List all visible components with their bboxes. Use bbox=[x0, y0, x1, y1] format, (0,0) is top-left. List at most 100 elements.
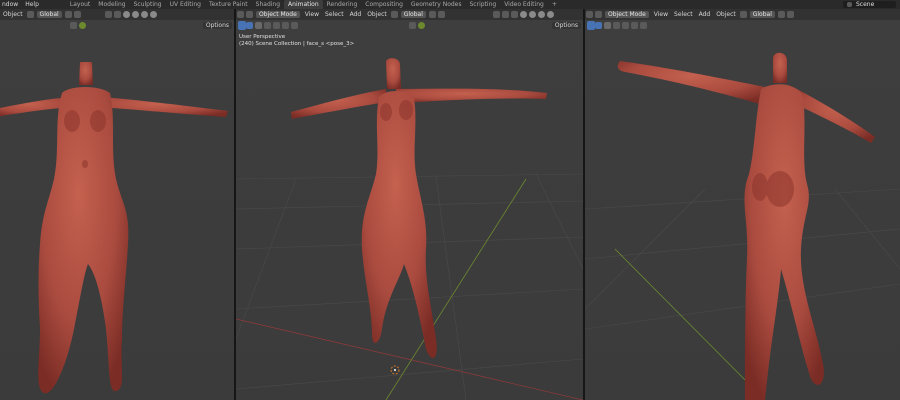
select-box-icon[interactable] bbox=[246, 22, 253, 29]
editor-type-icon[interactable] bbox=[237, 11, 244, 18]
y-axis-line bbox=[614, 248, 766, 400]
transform-orientation-icon bbox=[390, 11, 398, 18]
gizmo-icon[interactable] bbox=[492, 11, 500, 18]
menu-object[interactable]: Object bbox=[716, 11, 736, 18]
menu-select[interactable]: Select bbox=[674, 11, 693, 18]
select-mode-new-icon[interactable] bbox=[255, 22, 262, 29]
viewport-left-mode[interactable]: Object bbox=[3, 11, 23, 18]
overlay-icon[interactable] bbox=[501, 11, 509, 18]
tab-video-editing[interactable]: Video Editing bbox=[500, 0, 548, 9]
viewport-right[interactable]: Object Mode View Select Add Object Globa… bbox=[585, 9, 900, 400]
floor-grid bbox=[585, 188, 900, 330]
viewport-center-options[interactable]: Options bbox=[551, 22, 581, 29]
figure-back bbox=[617, 52, 875, 400]
tab-texture-paint[interactable]: Texture Paint bbox=[205, 0, 252, 9]
menu-view[interactable]: View bbox=[305, 11, 319, 18]
overlay-icon[interactable] bbox=[104, 11, 112, 18]
select-mode-subtract-icon[interactable] bbox=[622, 22, 629, 29]
material-shading-icon[interactable] bbox=[537, 11, 545, 18]
select-box-icon[interactable] bbox=[595, 22, 602, 29]
material-shading-icon[interactable] bbox=[140, 11, 148, 18]
scene-icon bbox=[847, 2, 852, 7]
link-icon[interactable] bbox=[64, 11, 72, 18]
tab-rendering[interactable]: Rendering bbox=[323, 0, 362, 9]
figure-perspective bbox=[291, 58, 547, 359]
menu-add[interactable]: Add bbox=[350, 11, 362, 18]
viewport-left-subbar bbox=[0, 20, 234, 31]
tab-animation[interactable]: Animation bbox=[284, 0, 323, 9]
viewport-left-options[interactable]: Options bbox=[202, 22, 232, 29]
tab-layout[interactable]: Layout bbox=[66, 0, 94, 9]
select-mode-new-icon[interactable] bbox=[604, 22, 611, 29]
tab-modeling[interactable]: Modeling bbox=[94, 0, 129, 9]
interaction-mode-icon bbox=[246, 11, 253, 18]
tool-select-icon[interactable] bbox=[238, 21, 246, 30]
solid-shading-icon[interactable] bbox=[131, 11, 139, 18]
3d-cursor-icon bbox=[390, 365, 400, 375]
viewport-center-canvas bbox=[236, 58, 583, 400]
menu-view[interactable]: View bbox=[654, 11, 668, 18]
snap-icon[interactable] bbox=[437, 11, 445, 18]
select-mode-invert-icon[interactable] bbox=[282, 22, 289, 29]
tab-scripting[interactable]: Scripting bbox=[466, 0, 501, 9]
scene-info-label: (240) Scene Collection | face_s <pose_3> bbox=[239, 41, 355, 47]
wireframe-shading-icon[interactable] bbox=[519, 11, 527, 18]
tool-select-icon[interactable] bbox=[587, 21, 595, 30]
viewport-right-canvas bbox=[585, 52, 900, 400]
viewport-right-subbar bbox=[585, 20, 900, 31]
snap-icon[interactable] bbox=[786, 11, 794, 18]
select-mode-extend-icon[interactable] bbox=[264, 22, 271, 29]
transform-orientation-icon bbox=[26, 11, 34, 18]
viewport-right-mode[interactable]: Object Mode bbox=[605, 11, 649, 18]
tab-uv-editing[interactable]: UV Editing bbox=[166, 0, 205, 9]
viewport-center-subbar bbox=[236, 20, 583, 31]
x-axis-line bbox=[236, 318, 583, 400]
link-icon[interactable] bbox=[428, 11, 436, 18]
select-mode-subtract-icon[interactable] bbox=[273, 22, 280, 29]
top-bar: ndow Help Layout Modeling Sculpting UV E… bbox=[0, 0, 900, 9]
visibility-icon[interactable] bbox=[418, 22, 425, 29]
xray-icon[interactable] bbox=[113, 11, 121, 18]
tab-geometry-nodes[interactable]: Geometry Nodes bbox=[407, 0, 466, 9]
gizmo-icon[interactable] bbox=[70, 22, 77, 29]
menu-select[interactable]: Select bbox=[325, 11, 344, 18]
rendered-shading-icon[interactable] bbox=[149, 11, 157, 18]
figure-front bbox=[0, 62, 228, 394]
tab-shading[interactable]: Shading bbox=[252, 0, 284, 9]
select-mode-intersect-icon[interactable] bbox=[291, 22, 298, 29]
select-mode-intersect-icon[interactable] bbox=[640, 22, 647, 29]
interaction-mode-icon bbox=[595, 11, 602, 18]
wireframe-shading-icon[interactable] bbox=[122, 11, 130, 18]
viewport-center-header: Object Mode View Select Add Object Globa… bbox=[236, 9, 583, 20]
scene-label: Scene bbox=[856, 1, 875, 8]
viewport-right-header: Object Mode View Select Add Object Globa… bbox=[585, 9, 900, 20]
viewport-center[interactable]: Object Mode View Select Add Object Globa… bbox=[236, 9, 583, 400]
tab-sculpting[interactable]: Sculpting bbox=[130, 0, 166, 9]
gizmo-toggle-icon[interactable] bbox=[409, 22, 416, 29]
viewport-left-canvas bbox=[0, 62, 228, 394]
tab-compositing[interactable]: Compositing bbox=[361, 0, 407, 9]
menu-window[interactable]: ndow bbox=[2, 1, 18, 8]
rendered-shading-icon[interactable] bbox=[546, 11, 554, 18]
scene-selector[interactable]: Scene bbox=[843, 1, 896, 8]
add-workspace-button[interactable]: + bbox=[548, 0, 561, 9]
editor-type-icon[interactable] bbox=[586, 11, 593, 18]
viewport-right-transform[interactable]: Global bbox=[749, 11, 775, 18]
select-mode-invert-icon[interactable] bbox=[631, 22, 638, 29]
link-icon[interactable] bbox=[777, 11, 785, 18]
viewport-left[interactable]: Object Global Options bbox=[0, 9, 234, 400]
viewport-left-header: Object Global bbox=[0, 9, 234, 20]
viewport-left-transform[interactable]: Global bbox=[36, 11, 62, 18]
viewport-center-mode[interactable]: Object Mode bbox=[256, 11, 300, 18]
menu-object[interactable]: Object bbox=[367, 11, 387, 18]
view-perspective-label: User Perspective bbox=[239, 34, 286, 40]
solid-shading-icon[interactable] bbox=[528, 11, 536, 18]
viewport-center-transform[interactable]: Global bbox=[400, 11, 426, 18]
menu-help[interactable]: Help bbox=[25, 1, 39, 8]
transform-orientation-icon bbox=[739, 11, 747, 18]
snap-icon[interactable] bbox=[73, 11, 81, 18]
select-mode-extend-icon[interactable] bbox=[613, 22, 620, 29]
visibility-icon[interactable] bbox=[79, 22, 86, 29]
menu-add[interactable]: Add bbox=[699, 11, 711, 18]
xray-icon[interactable] bbox=[510, 11, 518, 18]
